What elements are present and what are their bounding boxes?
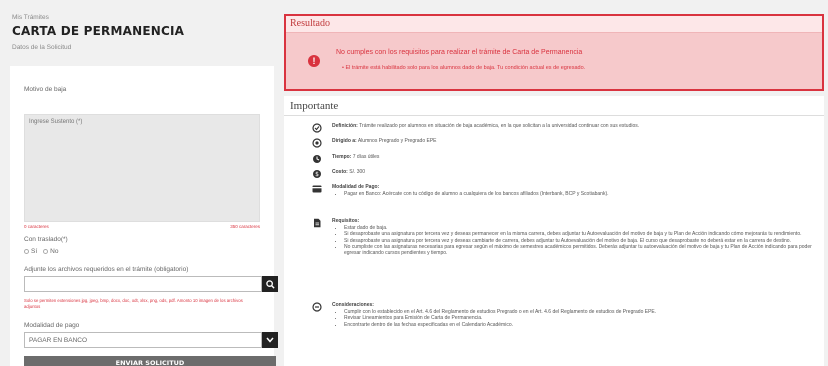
important-heading: Importante <box>290 100 339 112</box>
consideration-item: Encontrarte dentro de las fechas especif… <box>344 322 812 328</box>
considerations-label: Consideraciones: <box>332 302 374 308</box>
divider <box>284 115 824 116</box>
submit-button[interactable]: ENVIAR SOLICITUD <box>24 356 276 366</box>
requirements-label: Requisitos: <box>332 218 360 224</box>
payment-select-value[interactable]: PAGAR EN BANCO <box>24 332 262 348</box>
payment-item: Modalidad de Pago: Pagar en Banco: Acérc… <box>312 184 812 197</box>
result-panel: Resultado ! No cumples con los requisito… <box>284 14 824 91</box>
requirement-item: No cumpliste con las asignaturas necesar… <box>344 244 812 256</box>
card-icon <box>312 184 322 194</box>
transfer-radio-group: Sí No <box>24 248 58 255</box>
alert-message: No cumples con los requisitos para reali… <box>336 49 583 56</box>
payment-select-toggle[interactable] <box>262 332 278 348</box>
reason-textarea[interactable] <box>24 114 260 222</box>
reason-label: Motivo de baja <box>24 86 67 93</box>
definition-label: Definición: <box>332 123 358 129</box>
result-alert: ! No cumples con los requisitos para rea… <box>286 33 822 89</box>
char-counter-min: 0 caracteres <box>24 224 49 229</box>
clock-icon <box>312 154 322 164</box>
left-panel: Mis Trámites CARTA DE PERMANENCIA Datos … <box>10 14 278 366</box>
breadcrumb[interactable]: Mis Trámites <box>12 14 274 21</box>
error-icon: ! <box>308 55 320 67</box>
payment-info-label: Modalidad de Pago: <box>332 184 380 190</box>
request-form: Motivo de baja 0 caracteres 350 caracter… <box>10 66 278 366</box>
target-icon <box>312 138 322 148</box>
time-item: Tiempo: 7 días útiles <box>312 154 812 164</box>
document-icon <box>312 218 322 228</box>
directed-text: Alumnos Pregrado y Pregrado EPE <box>357 138 437 144</box>
definition-item: Definición: Trámite realizado por alumno… <box>312 123 812 133</box>
radio-yes-label: Sí <box>31 248 38 255</box>
char-counter-max: 350 caracteres <box>230 224 260 229</box>
requirement-item: Si desaprobaste una asignatura por terce… <box>344 238 812 244</box>
definition-text: Trámite realizado por alumnos en situaci… <box>359 123 640 129</box>
time-text: 7 días útiles <box>352 154 380 160</box>
alert-detail: • El trámite está habilitado solo para l… <box>342 65 586 71</box>
section-subtitle: Datos de la Solicitud <box>12 44 72 51</box>
cost-label: Costo: <box>332 169 348 175</box>
file-extensions-note: Solo se permiten extensiones jpg, jpeg, … <box>24 298 243 309</box>
dollar-icon: $ <box>312 169 322 179</box>
result-heading: Resultado <box>286 16 822 33</box>
considerations-item: Consideraciones: Cumplir con lo establec… <box>312 302 812 328</box>
chevron-down-icon <box>266 337 274 343</box>
cost-text: S/. 300 <box>349 169 366 175</box>
minus-circle-icon <box>312 302 322 312</box>
file-upload-row <box>24 276 278 292</box>
transfer-label: Con traslado(*) <box>24 236 68 243</box>
requirements-item: Requisitos: Estar dado de baja. Si desap… <box>312 218 812 256</box>
requirement-item: Si desaprobaste una asignatura por terce… <box>344 231 812 237</box>
file-input[interactable] <box>24 276 262 292</box>
clock-check-icon <box>312 123 322 133</box>
files-label: Adjunte los archivos requeridos en el tr… <box>24 266 189 273</box>
payment-info-item: Pagar en Banco: Acércate con tu código d… <box>344 191 812 197</box>
payment-select[interactable]: PAGAR EN BANCO <box>24 332 278 348</box>
page-title: CARTA DE PERMANENCIA <box>12 23 185 39</box>
radio-no[interactable]: No <box>43 248 58 255</box>
radio-no-label: No <box>50 248 59 255</box>
search-icon <box>265 279 275 289</box>
file-search-button[interactable] <box>262 276 278 292</box>
important-panel: Importante Definición: Trámite realizado… <box>284 96 824 366</box>
cost-item: $ Costo: S/. 300 <box>312 169 812 179</box>
alert-detail-text: El trámite está habilitado solo para los… <box>345 65 586 71</box>
radio-yes-circle[interactable] <box>24 248 29 254</box>
svg-text:$: $ <box>315 171 319 178</box>
radio-yes[interactable]: Sí <box>24 248 37 255</box>
payment-label: Modalidad de pago <box>24 322 80 329</box>
directed-item: Dirigido a: Alumnos Pregrado y Pregrado … <box>312 138 812 148</box>
radio-no-circle[interactable] <box>43 248 49 254</box>
time-label: Tiempo: <box>332 154 352 160</box>
directed-label: Dirigido a: <box>332 138 357 144</box>
